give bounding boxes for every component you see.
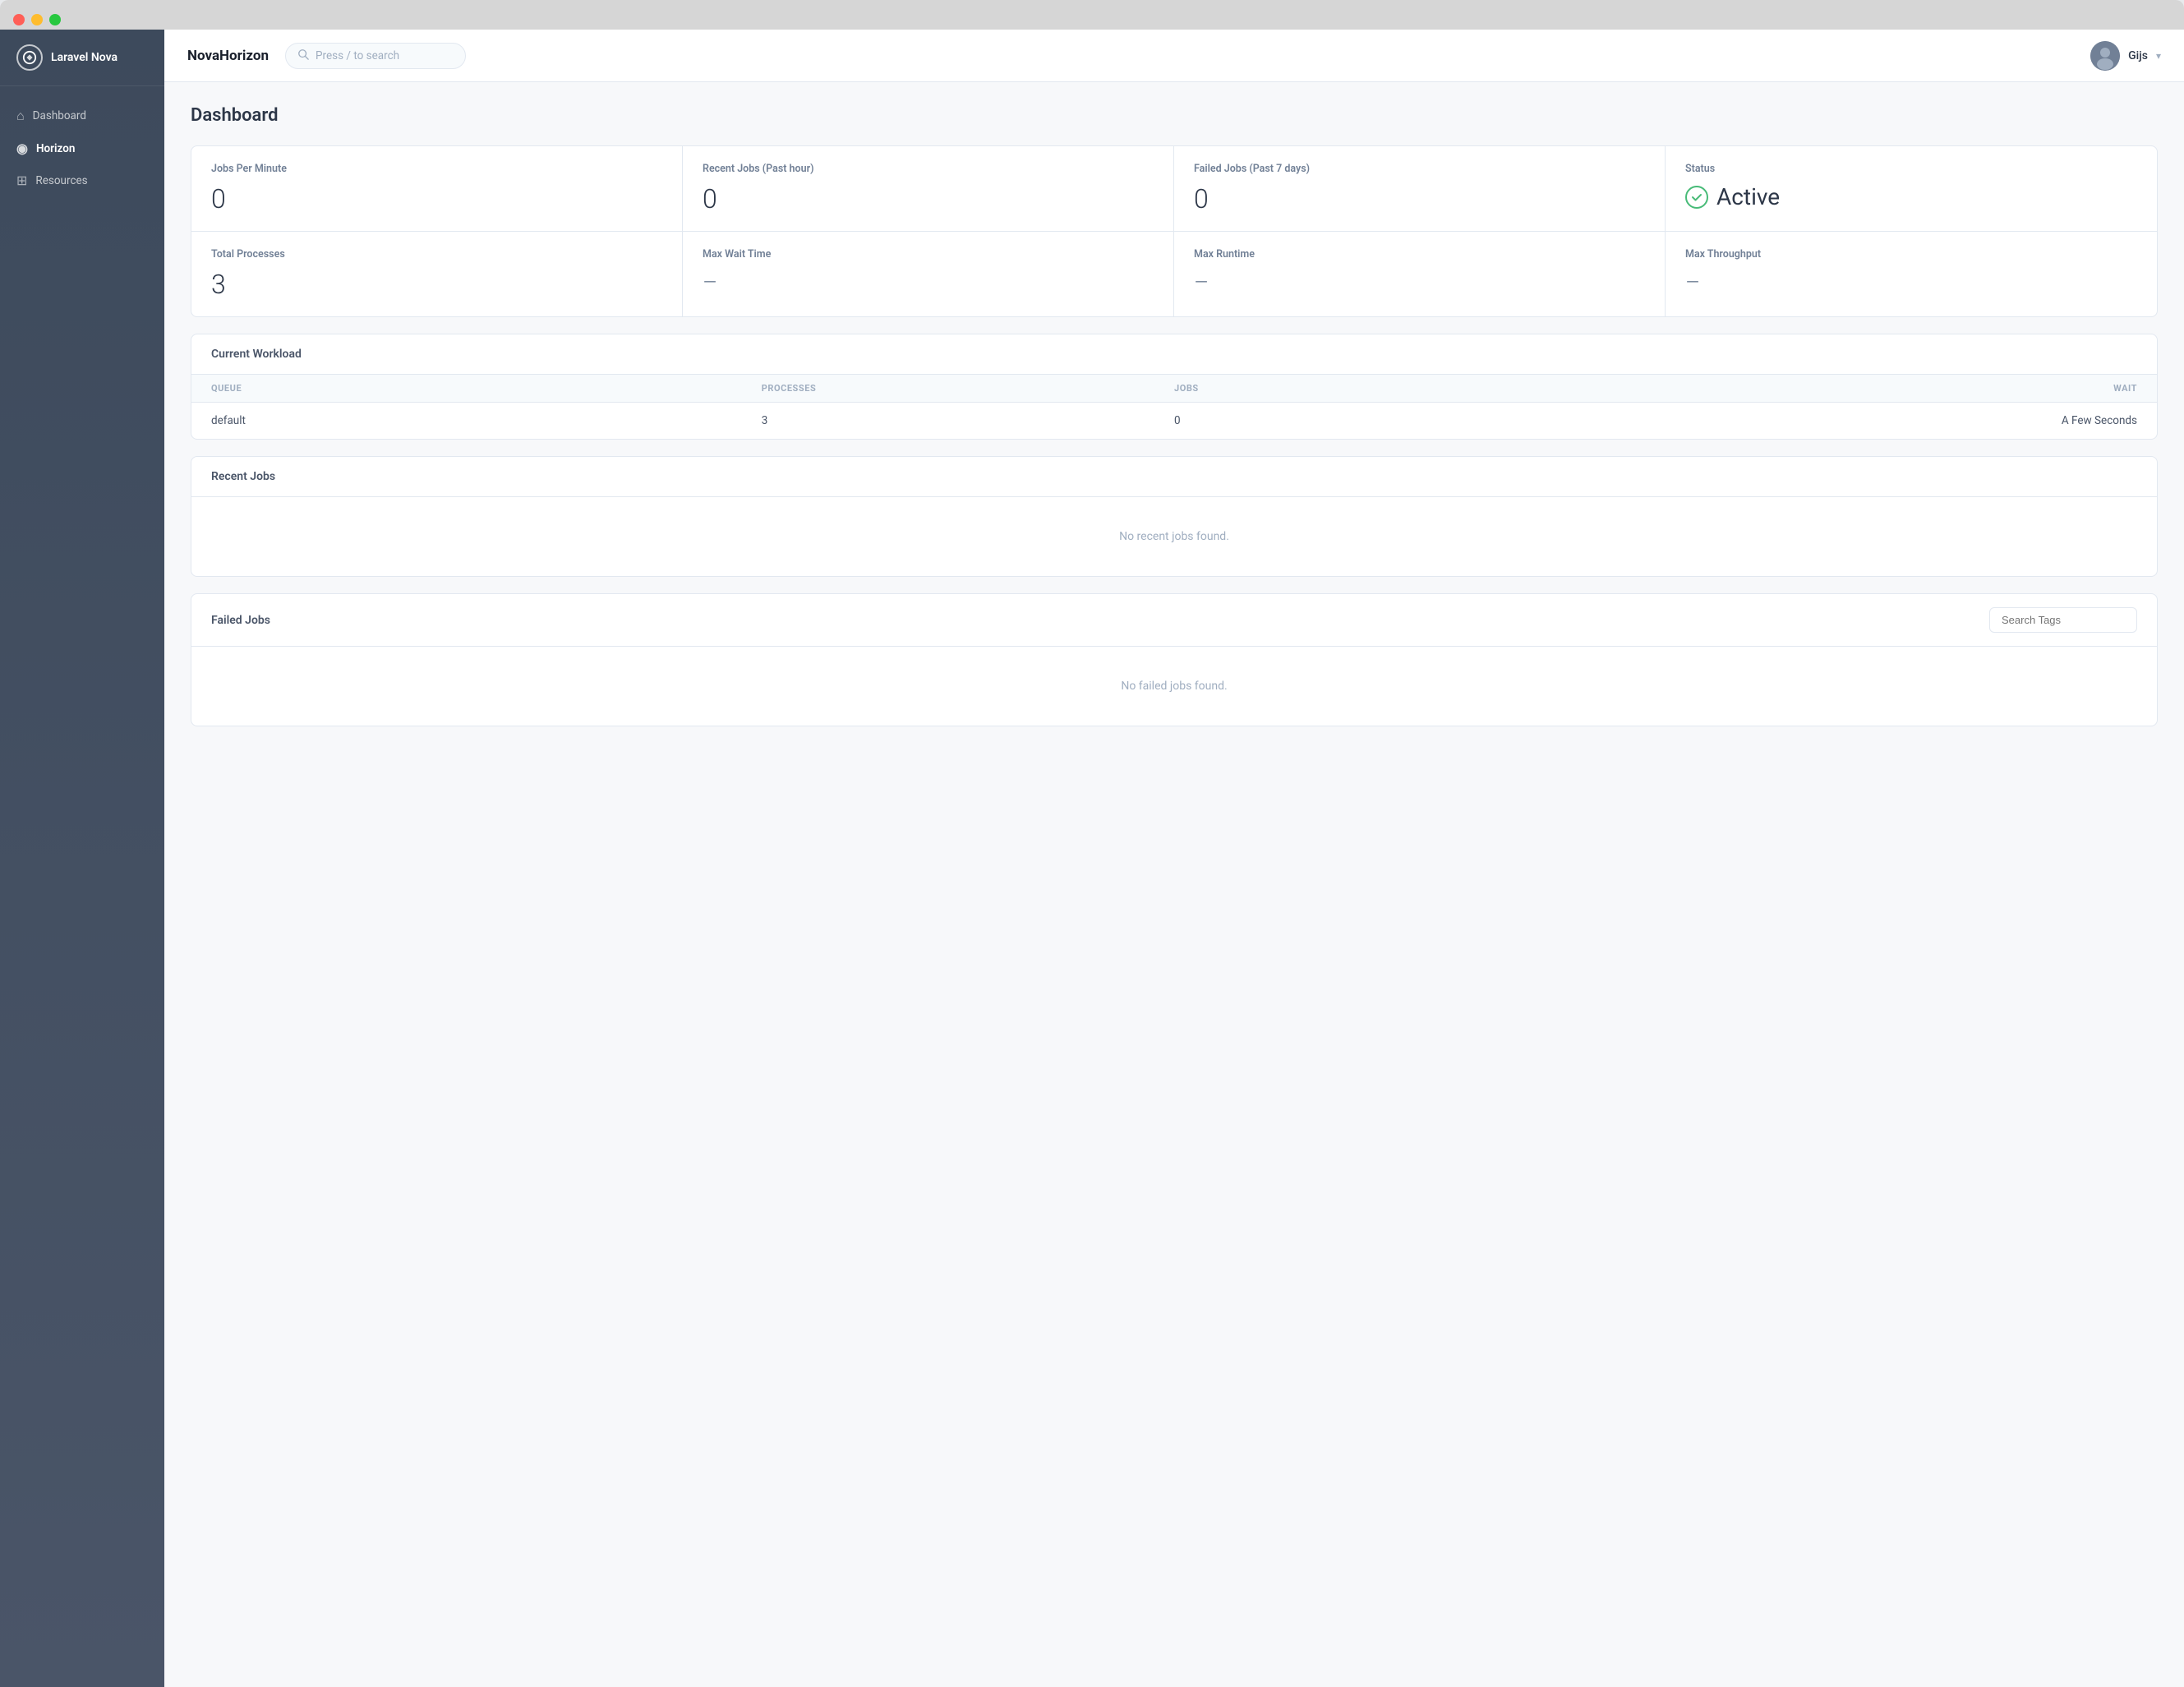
stat-card-max-wait: Max Wait Time – bbox=[683, 232, 1174, 316]
stat-label-max-throughput: Max Throughput bbox=[1685, 248, 2137, 260]
window-maximize-button[interactable] bbox=[49, 14, 61, 25]
stat-label-status: Status bbox=[1685, 163, 2137, 175]
stat-value-failed-jobs: 0 bbox=[1194, 183, 1645, 214]
status-text: Active bbox=[1716, 183, 1780, 210]
stats-grid: Jobs Per Minute 0 Recent Jobs (Past hour… bbox=[191, 145, 2158, 317]
main-content: Dashboard Jobs Per Minute 0 Recent Jobs … bbox=[164, 82, 2184, 1687]
sidebar-item-resources-label: Resources bbox=[35, 174, 87, 187]
window-minimize-button[interactable] bbox=[31, 14, 43, 25]
recent-jobs-header: Recent Jobs bbox=[191, 457, 2157, 497]
recent-jobs-section: Recent Jobs No recent jobs found. bbox=[191, 456, 2158, 577]
stat-label-jobs-per-minute: Jobs Per Minute bbox=[211, 163, 662, 175]
stat-value-total-processes: 3 bbox=[211, 269, 662, 300]
workload-section: Current Workload QUEUE PROCESSES JOBS WA… bbox=[191, 334, 2158, 440]
workload-table-header: QUEUE PROCESSES JOBS WAIT bbox=[191, 375, 2157, 403]
failed-jobs-empty: No failed jobs found. bbox=[191, 647, 2157, 726]
stat-value-max-throughput: – bbox=[1685, 269, 2137, 296]
stat-card-max-runtime: Max Runtime – bbox=[1174, 232, 1666, 316]
page-inner: Dashboard Jobs Per Minute 0 Recent Jobs … bbox=[164, 82, 2184, 1687]
stat-card-max-throughput: Max Throughput – bbox=[1666, 232, 2157, 316]
sidebar-item-dashboard-label: Dashboard bbox=[33, 109, 86, 122]
failed-jobs-title: Failed Jobs bbox=[211, 614, 270, 627]
workload-header: Current Workload bbox=[191, 334, 2157, 375]
stat-card-total-processes: Total Processes 3 bbox=[191, 232, 683, 316]
sidebar-nav: ⌂ Dashboard ◉ Horizon ⊞ Resources bbox=[0, 86, 164, 210]
col-header-jobs: JOBS bbox=[1174, 383, 1587, 394]
stat-label-total-processes: Total Processes bbox=[211, 248, 662, 260]
search-icon bbox=[297, 48, 309, 63]
stat-label-failed-jobs: Failed Jobs (Past 7 days) bbox=[1194, 163, 1645, 175]
recent-jobs-title: Recent Jobs bbox=[211, 470, 275, 483]
horizon-icon: ◉ bbox=[16, 141, 28, 156]
logo-icon bbox=[16, 44, 43, 71]
failed-jobs-section: Failed Jobs No failed jobs found. bbox=[191, 593, 2158, 726]
stats-row-2: Total Processes 3 Max Wait Time – Max Ru… bbox=[191, 232, 2157, 316]
home-icon: ⌂ bbox=[16, 108, 25, 124]
stat-label-max-runtime: Max Runtime bbox=[1194, 248, 1645, 260]
recent-jobs-empty: No recent jobs found. bbox=[191, 497, 2157, 576]
stat-value-recent-jobs: 0 bbox=[703, 183, 1154, 214]
stat-value-jobs-per-minute: 0 bbox=[211, 183, 662, 214]
stat-label-recent-jobs: Recent Jobs (Past hour) bbox=[703, 163, 1154, 175]
stat-card-jobs-per-minute: Jobs Per Minute 0 bbox=[191, 146, 683, 231]
app-container: Laravel Nova ⌂ Dashboard ◉ Horizon ⊞ Res… bbox=[0, 30, 2184, 1687]
search-placeholder-text: Press / to search bbox=[316, 49, 399, 62]
col-header-processes: PROCESSES bbox=[762, 383, 1174, 394]
sidebar-item-horizon-label: Horizon bbox=[36, 142, 75, 155]
search-bar[interactable]: Press / to search bbox=[285, 43, 466, 69]
sidebar-item-dashboard[interactable]: ⌂ Dashboard bbox=[0, 99, 164, 132]
failed-jobs-header: Failed Jobs bbox=[191, 594, 2157, 647]
row-wait: A Few Seconds bbox=[1587, 414, 2137, 427]
stat-card-failed-jobs: Failed Jobs (Past 7 days) 0 bbox=[1174, 146, 1666, 231]
stat-card-recent-jobs: Recent Jobs (Past hour) 0 bbox=[683, 146, 1174, 231]
row-queue: default bbox=[211, 414, 762, 427]
stat-value-status: Active bbox=[1685, 183, 2137, 210]
user-name: Gijs bbox=[2128, 49, 2148, 62]
stats-row-1: Jobs Per Minute 0 Recent Jobs (Past hour… bbox=[191, 146, 2157, 232]
workload-title: Current Workload bbox=[211, 348, 302, 361]
avatar bbox=[2090, 41, 2120, 71]
topbar-right: Gijs ▾ bbox=[2090, 41, 2161, 71]
stat-value-max-runtime: – bbox=[1194, 269, 1645, 296]
sidebar-item-horizon[interactable]: ◉ Horizon bbox=[0, 132, 164, 164]
page-title: Dashboard bbox=[191, 105, 2158, 126]
table-row: default 3 0 A Few Seconds bbox=[191, 403, 2157, 439]
col-header-queue: QUEUE bbox=[211, 383, 762, 394]
row-jobs: 0 bbox=[1174, 414, 1587, 427]
sidebar-logo-text: Laravel Nova bbox=[51, 51, 117, 64]
failed-jobs-empty-message: No failed jobs found. bbox=[1121, 680, 1227, 693]
row-processes: 3 bbox=[762, 414, 1174, 427]
sidebar: Laravel Nova ⌂ Dashboard ◉ Horizon ⊞ Res… bbox=[0, 30, 164, 1687]
active-check-icon bbox=[1685, 186, 1708, 209]
topbar-title: NovaHorizon bbox=[187, 48, 269, 64]
sidebar-item-resources[interactable]: ⊞ Resources bbox=[0, 164, 164, 196]
search-tags-input[interactable] bbox=[1989, 607, 2137, 633]
window-chrome bbox=[0, 0, 2184, 30]
stat-card-status: Status Active bbox=[1666, 146, 2157, 231]
window-close-button[interactable] bbox=[13, 14, 25, 25]
stat-label-max-wait: Max Wait Time bbox=[703, 248, 1154, 260]
sidebar-logo: Laravel Nova bbox=[0, 30, 164, 86]
resources-icon: ⊞ bbox=[16, 173, 27, 188]
col-header-wait: WAIT bbox=[1587, 383, 2137, 394]
chevron-down-icon[interactable]: ▾ bbox=[2156, 50, 2161, 62]
stat-value-max-wait: – bbox=[703, 269, 1154, 296]
topbar: NovaHorizon Press / to search bbox=[164, 30, 2184, 82]
recent-jobs-empty-message: No recent jobs found. bbox=[1119, 530, 1229, 543]
